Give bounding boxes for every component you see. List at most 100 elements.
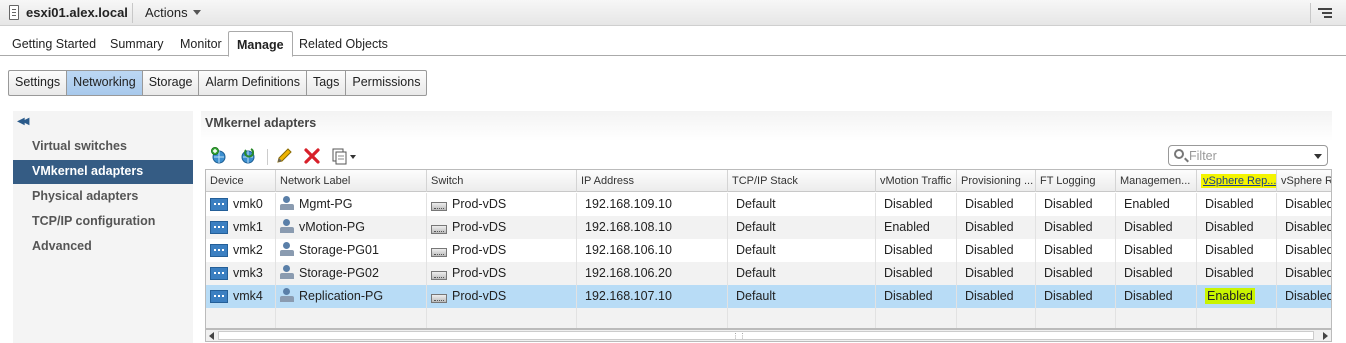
column-header-label: TCP/IP Stack bbox=[732, 175, 798, 187]
tab-related-objects[interactable]: Related Objects bbox=[299, 37, 388, 51]
cell-provisioning: Disabled bbox=[957, 285, 1036, 308]
cell-value: Disabled bbox=[1285, 197, 1332, 211]
column-header-tcpip-stack[interactable]: TCP/IP Stack bbox=[728, 170, 876, 192]
tab-getting-started[interactable]: Getting Started bbox=[12, 37, 96, 51]
cell-network-label: vMotion-PG bbox=[276, 216, 427, 239]
empty-cell bbox=[1277, 308, 1331, 328]
sidebar-item-vmkernel-adapters[interactable]: VMkernel adapters bbox=[13, 160, 193, 184]
cell-tcpip-stack: Default bbox=[728, 285, 876, 308]
remove-icon[interactable] bbox=[303, 147, 321, 165]
column-header-network-label[interactable]: Network Label bbox=[276, 170, 427, 192]
cell-provisioning: Disabled bbox=[957, 216, 1036, 239]
column-header-label: Provisioning ... bbox=[961, 175, 1034, 187]
table-row[interactable]: vmk1 vMotion-PG Prod-vDS 192.168.108.10 Defa… bbox=[206, 216, 1331, 239]
sidebar-item-virtual-switches[interactable]: Virtual switches bbox=[13, 135, 193, 159]
cell-value: Disabled bbox=[1205, 266, 1254, 280]
cell-vsphere-replication-nfc: Disabled bbox=[1277, 193, 1332, 216]
sidebar-item-tcpip-configuration[interactable]: TCP/IP configuration bbox=[13, 210, 193, 234]
header-divider-right bbox=[1310, 3, 1311, 23]
cell-value: Disabled bbox=[965, 266, 1014, 280]
edit-icon[interactable] bbox=[275, 147, 293, 165]
column-header-device[interactable]: Device bbox=[206, 170, 276, 192]
column-header-label: Device bbox=[210, 175, 244, 187]
cell-value: 192.168.106.20 bbox=[585, 266, 672, 280]
column-header-ft-logging[interactable]: FT Logging bbox=[1036, 170, 1116, 192]
cell-value: vmk4 bbox=[233, 289, 263, 303]
view-options-icon[interactable] bbox=[1318, 8, 1332, 18]
chevron-down-icon bbox=[192, 10, 201, 15]
table-row[interactable]: vmk2 Storage-PG01 Prod-vDS 192.168.106.10 De… bbox=[206, 239, 1331, 262]
cell-value: Disabled bbox=[965, 197, 1014, 211]
cell-vsphere-replication-nfc: Disabled bbox=[1277, 262, 1331, 285]
cell-tcpip-stack: Default bbox=[728, 193, 876, 216]
cell-value: Disabled bbox=[965, 289, 1014, 303]
tab-monitor[interactable]: Monitor bbox=[180, 37, 222, 51]
manage-subtabs: Settings Networking Storage Alarm Defini… bbox=[8, 70, 428, 96]
refresh-icon[interactable] bbox=[239, 147, 257, 165]
cell-value: Mgmt-PG bbox=[299, 197, 353, 211]
cell-value: Disabled bbox=[1124, 266, 1173, 280]
column-header-ip-address[interactable]: IP Address bbox=[577, 170, 728, 192]
cell-device: vmk4 bbox=[206, 285, 276, 308]
subtab-permissions[interactable]: Permissions bbox=[346, 71, 426, 95]
tab-manage[interactable]: Manage bbox=[228, 31, 293, 57]
sidebar-item-physical-adapters[interactable]: Physical adapters bbox=[13, 185, 193, 209]
actions-label: Actions bbox=[145, 5, 188, 20]
cell-ft-logging: Disabled bbox=[1036, 285, 1116, 308]
sidebar-item-advanced[interactable]: Advanced bbox=[13, 235, 193, 259]
column-header-vsphere-replication-nfc[interactable]: vSphere Re bbox=[1277, 170, 1331, 192]
distributed-switch-icon bbox=[431, 248, 447, 257]
filter-input[interactable] bbox=[1189, 148, 1299, 163]
actions-menu[interactable]: Actions bbox=[145, 5, 201, 20]
cell-switch: Prod-vDS bbox=[427, 216, 577, 239]
cell-value: Disabled bbox=[1205, 197, 1254, 211]
column-header-vsphere-replication[interactable]: vSphere Rep... bbox=[1197, 170, 1277, 192]
subtab-alarm-definitions[interactable]: Alarm Definitions bbox=[199, 71, 307, 95]
subtab-storage[interactable]: Storage bbox=[143, 71, 200, 95]
cell-value: Disabled bbox=[1044, 266, 1093, 280]
column-header-management[interactable]: Managemen... bbox=[1116, 170, 1197, 192]
cell-value: Disabled bbox=[1285, 289, 1332, 303]
cell-value: Default bbox=[736, 266, 776, 280]
port-group-icon bbox=[280, 196, 294, 211]
horizontal-scrollbar[interactable]: ⋮⋮ bbox=[205, 329, 1332, 342]
panel-title: VMkernel adapters bbox=[205, 116, 317, 130]
panel-header: VMkernel adapters bbox=[201, 111, 1332, 141]
cell-vsphere-replication-nfc: Disabled bbox=[1277, 285, 1332, 308]
collapse-panel-icon[interactable]: ◀◀ bbox=[17, 116, 30, 127]
cell-value: Enabled bbox=[884, 220, 930, 234]
scroll-right-icon[interactable] bbox=[1323, 332, 1328, 340]
cell-ft-logging: Disabled bbox=[1036, 193, 1116, 216]
empty-cell bbox=[957, 308, 1036, 328]
column-header-switch[interactable]: Switch bbox=[427, 170, 577, 192]
more-actions-icon[interactable] bbox=[331, 147, 359, 165]
distributed-switch-icon bbox=[431, 202, 447, 211]
subtab-networking[interactable]: Networking bbox=[67, 71, 143, 95]
cell-ip-address: 192.168.107.10 bbox=[577, 285, 728, 308]
cell-value: 192.168.109.10 bbox=[585, 197, 672, 211]
scrollbar-thumb[interactable]: ⋮⋮ bbox=[218, 331, 1314, 340]
tab-summary[interactable]: Summary bbox=[110, 37, 163, 51]
subtab-settings[interactable]: Settings bbox=[9, 71, 68, 95]
table-row[interactable]: vmk3 Storage-PG02 Prod-vDS 192.168.106.20 De… bbox=[206, 262, 1331, 285]
add-host-networking-icon[interactable] bbox=[210, 147, 228, 165]
cell-value: Storage-PG02 bbox=[299, 266, 379, 280]
toolbar-divider bbox=[267, 149, 268, 165]
cell-management: Disabled bbox=[1116, 239, 1197, 262]
distributed-switch-icon bbox=[431, 294, 447, 303]
cell-switch: Prod-vDS bbox=[427, 262, 577, 285]
column-header-label: FT Logging bbox=[1040, 175, 1096, 187]
cell-value: Prod-vDS bbox=[452, 266, 507, 280]
cell-device: vmk2 bbox=[206, 239, 276, 262]
subtab-tags[interactable]: Tags bbox=[307, 71, 347, 95]
cell-vsphere-replication: Enabled bbox=[1197, 285, 1277, 308]
port-group-icon bbox=[280, 219, 294, 234]
scroll-left-icon[interactable] bbox=[209, 332, 214, 340]
cell-value: Disabled bbox=[884, 266, 933, 280]
column-header-provisioning[interactable]: Provisioning ... bbox=[957, 170, 1036, 192]
column-header-vmotion-traffic[interactable]: vMotion Traffic bbox=[876, 170, 957, 192]
filter-field[interactable] bbox=[1168, 145, 1328, 166]
chevron-down-icon[interactable] bbox=[1314, 154, 1322, 159]
table-row[interactable]: vmk0 Mgmt-PG Prod-vDS 192.168.109.10 Default… bbox=[206, 193, 1332, 216]
table-row[interactable]: vmk4 Replication-PG Prod-vDS 192.168.107.10… bbox=[206, 285, 1332, 308]
